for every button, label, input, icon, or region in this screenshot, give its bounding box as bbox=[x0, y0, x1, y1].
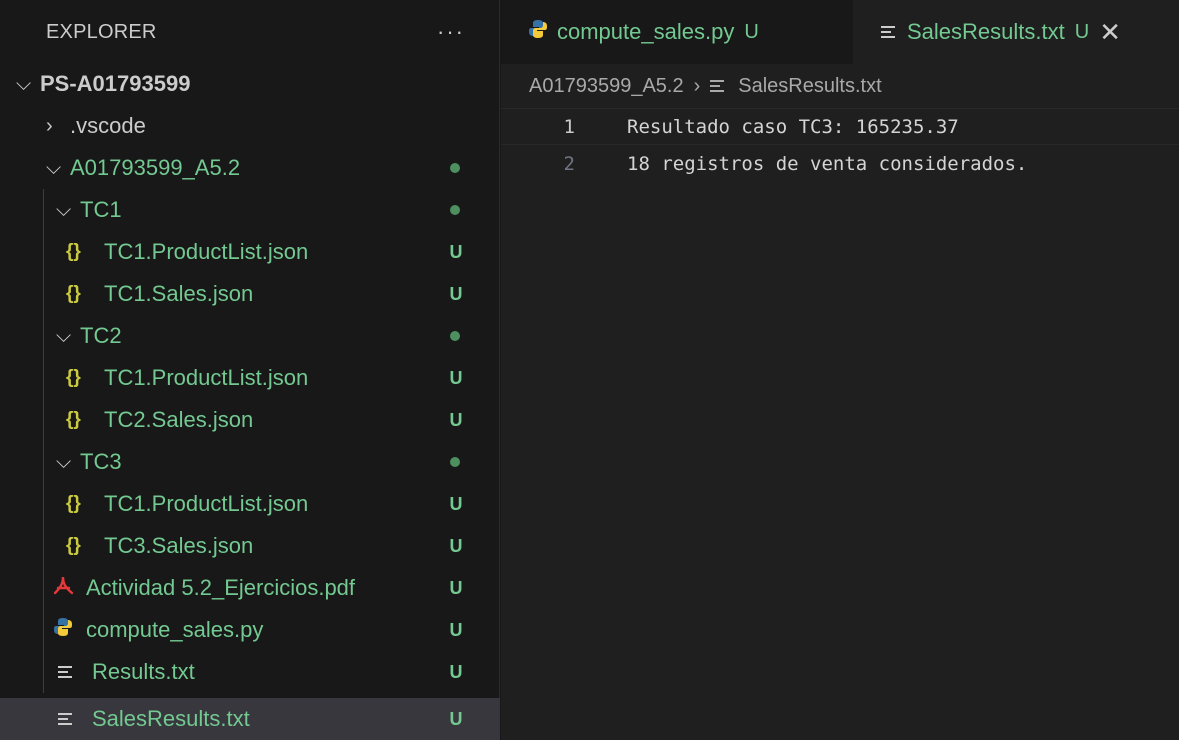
untracked-status: U bbox=[449, 708, 463, 729]
chevron-right-icon: › bbox=[693, 74, 701, 97]
modified-dot-icon bbox=[450, 163, 460, 173]
untracked-status: U bbox=[449, 493, 463, 514]
chevron-down-icon: ⌵ bbox=[46, 156, 62, 179]
untracked-status: U bbox=[449, 409, 463, 430]
tree-item-label: TC2 bbox=[80, 323, 122, 348]
tab-sales-results[interactable]: SalesResults.txt U ✕ bbox=[853, 0, 1179, 64]
line-number: 2 bbox=[563, 152, 575, 175]
tree-file[interactable]: {} TC1.ProductList.json U bbox=[0, 483, 500, 525]
tree-item-label: TC1.ProductList.json bbox=[104, 491, 309, 516]
json-file-icon: {} bbox=[66, 283, 81, 304]
untracked-status: U bbox=[449, 577, 463, 598]
untracked-status: U bbox=[744, 20, 759, 43]
text-file-icon bbox=[881, 23, 907, 41]
explorer-sidebar: EXPLORER ··· ⌵ PS-A01793599 › .vscode ⌵ … bbox=[0, 0, 500, 740]
tree-item-label: A01793599_A5.2 bbox=[70, 155, 241, 180]
untracked-status: U bbox=[449, 241, 463, 262]
tree-item-label: Actividad 5.2_Ejercicios.pdf bbox=[86, 575, 356, 600]
text-file-icon bbox=[58, 710, 92, 728]
json-file-icon: {} bbox=[66, 367, 81, 388]
tree-folder-tc2[interactable]: ⌵ TC2 bbox=[0, 315, 500, 357]
modified-dot-icon bbox=[450, 205, 460, 215]
untracked-status: U bbox=[449, 661, 463, 682]
line-number: 1 bbox=[563, 115, 575, 138]
json-file-icon: {} bbox=[66, 241, 81, 262]
tree-item-label: TC1.Sales.json bbox=[104, 281, 254, 306]
breadcrumb-file[interactable]: SalesResults.txt bbox=[738, 75, 881, 98]
tree-item-label: TC1.ProductList.json bbox=[104, 239, 309, 264]
json-file-icon: {} bbox=[66, 493, 81, 514]
chevron-down-icon: ⌵ bbox=[56, 198, 72, 221]
breadcrumb: A01793599_A5.2 › SalesResults.txt bbox=[501, 64, 1179, 108]
line-text[interactable]: Resultado caso TC3: 165235.37 bbox=[575, 116, 959, 138]
untracked-status: U bbox=[449, 367, 463, 388]
tree-item-label: TC1 bbox=[80, 197, 122, 222]
line-text[interactable]: 18 registros de venta considerados. bbox=[575, 153, 1027, 175]
code-line[interactable]: 2 18 registros de venta considerados. bbox=[501, 145, 1179, 182]
tab-bar: compute_sales.py U SalesResults.txt U ✕ bbox=[501, 0, 1179, 64]
text-file-icon bbox=[58, 663, 92, 681]
pdf-file-icon bbox=[52, 574, 86, 602]
breadcrumb-folder[interactable]: A01793599_A5.2 bbox=[529, 75, 684, 98]
json-file-icon: {} bbox=[66, 535, 81, 556]
editor-area: compute_sales.py U SalesResults.txt U ✕ … bbox=[501, 0, 1179, 740]
untracked-status: U bbox=[449, 283, 463, 304]
tree-item-label: TC2.Sales.json bbox=[104, 407, 254, 432]
chevron-down-icon: ⌵ bbox=[16, 72, 32, 95]
python-file-icon bbox=[52, 616, 86, 644]
close-icon[interactable]: ✕ bbox=[1099, 17, 1121, 48]
tree-file[interactable]: {} TC3.Sales.json U bbox=[0, 525, 500, 567]
tree-root[interactable]: ⌵ PS-A01793599 bbox=[0, 63, 500, 105]
text-file-icon bbox=[710, 77, 730, 95]
tree-item-label: .vscode bbox=[70, 113, 146, 138]
tree-item-label: SalesResults.txt bbox=[92, 706, 250, 731]
untracked-status: U bbox=[449, 535, 463, 556]
tree-file[interactable]: compute_sales.py U bbox=[0, 609, 500, 651]
code-editor[interactable]: 1 Resultado caso TC3: 165235.37 2 18 reg… bbox=[501, 108, 1179, 182]
python-file-icon bbox=[527, 18, 557, 46]
untracked-status: U bbox=[1074, 20, 1090, 43]
chevron-down-icon: ⌵ bbox=[56, 450, 72, 473]
tree-item-label: TC3 bbox=[80, 449, 122, 474]
chevron-down-icon: ⌵ bbox=[56, 324, 72, 347]
tree-file[interactable]: Actividad 5.2_Ejercicios.pdf U bbox=[0, 567, 500, 609]
json-file-icon: {} bbox=[66, 409, 81, 430]
tree-file-selected[interactable]: SalesResults.txt U bbox=[0, 698, 500, 740]
tab-label: SalesResults.txt bbox=[907, 19, 1065, 44]
modified-dot-icon bbox=[450, 457, 460, 467]
tree-file[interactable]: {} TC1.ProductList.json U bbox=[0, 357, 500, 399]
tree-file[interactable]: {} TC1.Sales.json U bbox=[0, 273, 500, 315]
tree-item-label: Results.txt bbox=[92, 659, 195, 684]
modified-dot-icon bbox=[450, 331, 460, 341]
tree-item-label: compute_sales.py bbox=[86, 617, 264, 642]
tree-item-label: TC1.ProductList.json bbox=[104, 365, 309, 390]
tree-item-label: TC3.Sales.json bbox=[104, 533, 254, 558]
tab-label: compute_sales.py bbox=[557, 19, 735, 44]
tree-root-label: PS-A01793599 bbox=[40, 71, 191, 96]
tab-compute-sales[interactable]: compute_sales.py U bbox=[501, 0, 853, 64]
tree-folder-tc1[interactable]: ⌵ TC1 bbox=[0, 189, 500, 231]
tree-item-vscode[interactable]: › .vscode bbox=[0, 105, 500, 147]
more-actions-icon[interactable]: ··· bbox=[437, 19, 465, 45]
explorer-header: EXPLORER ··· bbox=[0, 0, 499, 64]
tree-file[interactable]: {} TC2.Sales.json U bbox=[0, 399, 500, 441]
tree-folder-a5-2[interactable]: ⌵ A01793599_A5.2 bbox=[0, 147, 500, 189]
explorer-title: EXPLORER bbox=[46, 20, 157, 43]
code-line[interactable]: 1 Resultado caso TC3: 165235.37 bbox=[501, 108, 1179, 145]
chevron-right-icon: › bbox=[46, 114, 53, 137]
untracked-status: U bbox=[449, 619, 463, 640]
tree-file[interactable]: Results.txt U bbox=[0, 651, 500, 693]
tree-folder-tc3[interactable]: ⌵ TC3 bbox=[0, 441, 500, 483]
tree-file[interactable]: {} TC1.ProductList.json U bbox=[0, 231, 500, 273]
